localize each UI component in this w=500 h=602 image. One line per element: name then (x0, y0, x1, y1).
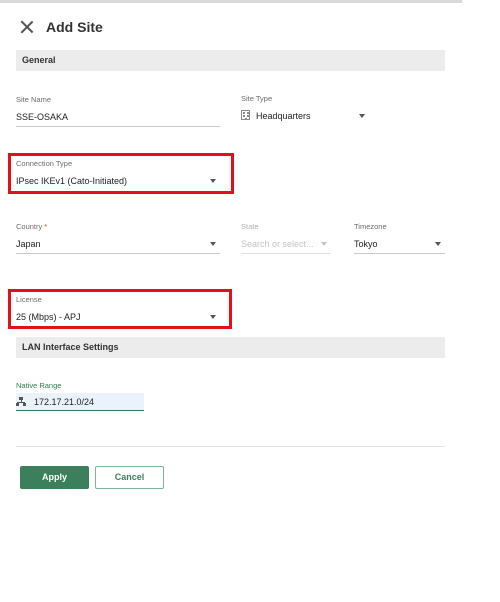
state-label: State (241, 222, 259, 231)
timezone-label: Timezone (354, 222, 387, 231)
license-label: License (16, 295, 42, 304)
native-range-input[interactable]: 172.17.21.0/24 (16, 393, 144, 411)
state-select[interactable]: State Search or select... (241, 222, 331, 254)
site-type-label: Site Type (241, 94, 273, 103)
chevron-down-icon (210, 242, 216, 246)
section-lan-interface: LAN Interface Settings (16, 337, 445, 358)
native-range-value: 172.17.21.0/24 (34, 397, 95, 407)
building-icon (241, 110, 250, 120)
site-type-value-wrap: Headquarters (241, 109, 369, 123)
state-underline (241, 253, 331, 254)
apply-button[interactable]: Apply (20, 466, 89, 489)
timezone-underline (354, 253, 445, 254)
site-name-label: Site Name (16, 95, 52, 104)
native-range-field[interactable]: Native Range 172.17.21.0/24 (16, 381, 146, 413)
country-value: Japan (16, 239, 41, 249)
country-label: Country * (16, 222, 220, 232)
license-value: 25 (Mbps) - APJ (16, 312, 81, 322)
timezone-select[interactable]: Timezone Tokyo (354, 222, 445, 254)
chevron-down-icon (359, 114, 365, 118)
site-type-select[interactable]: Site Type Headquarters (241, 94, 369, 126)
site-name-field[interactable]: Site Name SSE-OSAKA (16, 95, 220, 127)
footer-divider (16, 446, 445, 447)
country-label-text: Country (16, 222, 43, 231)
connection-type-select[interactable]: Connection Type IPsec IKEv1 (Cato-Initia… (16, 159, 220, 191)
site-name-underline (16, 126, 220, 127)
cancel-button[interactable]: Cancel (95, 466, 164, 489)
site-name-input[interactable]: SSE-OSAKA (16, 110, 220, 124)
close-icon[interactable] (20, 20, 34, 34)
dialog-title: Add Site (46, 19, 103, 35)
required-marker: * (44, 222, 48, 231)
top-strip (0, 0, 462, 3)
chevron-down-icon (321, 242, 327, 246)
dialog-header: Add Site (20, 17, 103, 37)
connection-type-value: IPsec IKEv1 (Cato-Initiated) (16, 176, 128, 186)
section-general: General (16, 50, 445, 71)
chevron-down-icon (210, 315, 216, 319)
country-underline (16, 253, 220, 254)
state-placeholder: Search or select... (241, 239, 314, 249)
country-select[interactable]: Country * Japan (16, 222, 220, 254)
native-range-label: Native Range (16, 381, 62, 390)
connection-type-label: Connection Type (16, 159, 73, 168)
chevron-down-icon (435, 242, 441, 246)
license-select[interactable]: License 25 (Mbps) - APJ (16, 295, 220, 327)
chevron-down-icon (210, 179, 216, 183)
timezone-value: Tokyo (354, 239, 378, 249)
network-icon (16, 397, 26, 406)
site-type-value: Headquarters (256, 111, 311, 121)
